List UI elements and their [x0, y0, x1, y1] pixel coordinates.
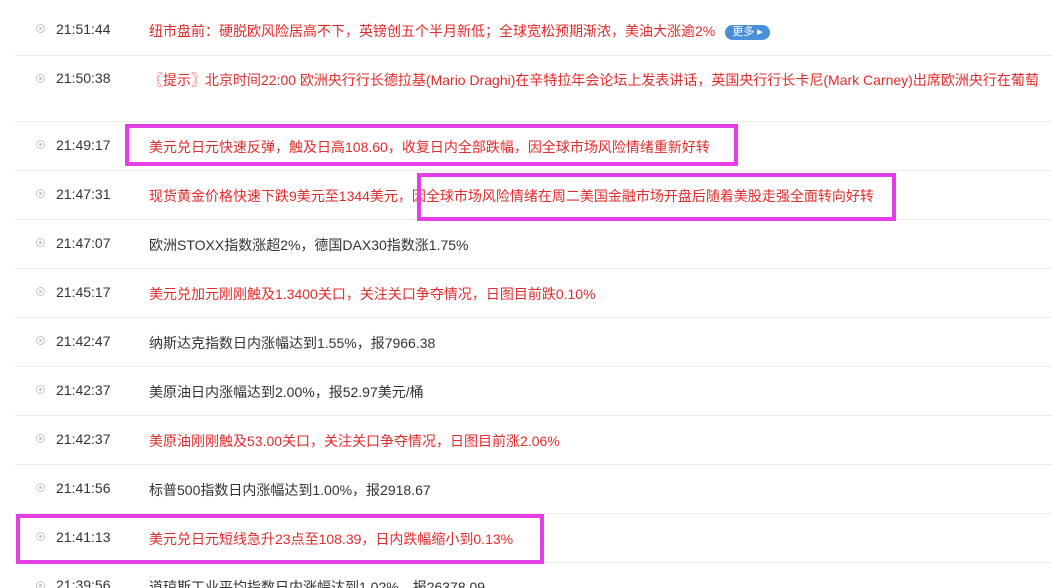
- timeline-bullet-icon: [36, 581, 45, 588]
- timeline-bullet-icon: [36, 385, 45, 394]
- timeline-bullet-icon: [36, 74, 45, 83]
- timeline-bullet-icon: [36, 140, 45, 149]
- news-text[interactable]: 美原油刚刚触及53.00关口，关注关口争夺情况，日图目前涨2.06%: [149, 431, 560, 451]
- timeline-bullet-icon: [36, 24, 45, 33]
- timeline-bullet-icon: [36, 189, 45, 198]
- news-item[interactable]: 21:42:37 美原油日内涨幅达到2.00%，报52.97美元/桶: [14, 366, 1052, 416]
- news-text[interactable]: 现货黄金价格快速下跌9美元至1344美元，因全球市场风险情绪在周二美国金融市场开…: [149, 186, 874, 206]
- news-text[interactable]: 纽市盘前：硬脱欧风险居高不下，英镑创五个半月新低；全球宽松预期渐浓，美油大涨逾2…: [149, 21, 770, 41]
- news-item[interactable]: 21:45:17 美元兑加元刚刚触及1.3400关口，关注关口争夺情况，日图目前…: [14, 268, 1052, 318]
- news-item[interactable]: 21:41:13 美元兑日元短线急升23点至108.39，日内跌幅缩小到0.13…: [14, 513, 1052, 563]
- news-time: 21:45:17: [56, 284, 111, 300]
- news-item[interactable]: 21:51:44 纽市盘前：硬脱欧风险居高不下，英镑创五个半月新低；全球宽松预期…: [14, 0, 1052, 56]
- news-time: 21:49:17: [56, 137, 111, 153]
- news-text[interactable]: 标普500指数日内涨幅达到1.00%，报2918.67: [149, 480, 431, 500]
- timeline-bullet-icon: [36, 434, 45, 443]
- news-item[interactable]: 21:42:47 纳斯达克指数日内涨幅达到1.55%，报7966.38: [14, 317, 1052, 367]
- news-item[interactable]: 21:42:37 美原油刚刚触及53.00关口，关注关口争夺情况，日图目前涨2.…: [14, 415, 1052, 465]
- news-item[interactable]: 21:50:38 〖提示〗北京时间22:00 欧洲央行行长德拉基(Mario D…: [14, 55, 1052, 122]
- news-time: 21:41:56: [56, 480, 111, 496]
- news-item[interactable]: 21:47:31 现货黄金价格快速下跌9美元至1344美元，因全球市场风险情绪在…: [14, 170, 1052, 220]
- news-text[interactable]: 美原油日内涨幅达到2.00%，报52.97美元/桶: [149, 382, 424, 402]
- news-item[interactable]: 21:39:56 道琼斯工业平均指数日内涨幅达到1.02%，报26378.09: [14, 562, 1052, 588]
- timeline-bullet-icon: [36, 287, 45, 296]
- timeline-bullet-icon: [36, 483, 45, 492]
- timeline-bullet-icon: [36, 532, 45, 541]
- news-time: 21:41:13: [56, 529, 111, 545]
- news-text[interactable]: 美元兑日元快速反弹，触及日高108.60，收复日内全部跌幅，因全球市场风险情绪重…: [149, 137, 710, 157]
- timeline-bullet-icon: [36, 238, 45, 247]
- news-time: 21:47:31: [56, 186, 111, 202]
- news-text[interactable]: 美元兑日元短线急升23点至108.39，日内跌幅缩小到0.13%: [149, 529, 513, 549]
- news-time: 21:42:47: [56, 333, 111, 349]
- more-button[interactable]: 更多 ▸: [725, 25, 770, 40]
- news-text[interactable]: 〖提示〗北京时间22:00 欧洲央行行长德拉基(Mario Draghi)在辛特…: [149, 70, 1039, 90]
- news-time: 21:51:44: [56, 21, 111, 37]
- news-item[interactable]: 21:47:07 欧洲STOXX指数涨超2%，德国DAX30指数涨1.75%: [14, 219, 1052, 269]
- timeline-bullet-icon: [36, 336, 45, 345]
- news-text[interactable]: 欧洲STOXX指数涨超2%，德国DAX30指数涨1.75%: [149, 235, 469, 255]
- more-label: 更多: [732, 26, 755, 38]
- news-item[interactable]: 21:41:56 标普500指数日内涨幅达到1.00%，报2918.67: [14, 464, 1052, 514]
- news-time: 21:42:37: [56, 431, 111, 447]
- news-time: 21:47:07: [56, 235, 111, 251]
- news-item[interactable]: 21:49:17 美元兑日元快速反弹，触及日高108.60，收复日内全部跌幅，因…: [14, 121, 1052, 171]
- news-feed: 21:51:44 纽市盘前：硬脱欧风险居高不下，英镑创五个半月新低；全球宽松预期…: [0, 0, 1052, 588]
- news-text[interactable]: 美元兑加元刚刚触及1.3400关口，关注关口争夺情况，日图目前跌0.10%: [149, 284, 596, 304]
- news-headline: 纽市盘前：硬脱欧风险居高不下，英镑创五个半月新低；全球宽松预期渐浓，美油大涨逾2…: [149, 23, 716, 39]
- news-text[interactable]: 纳斯达克指数日内涨幅达到1.55%，报7966.38: [149, 333, 435, 353]
- news-time: 21:39:56: [56, 577, 111, 588]
- news-text[interactable]: 道琼斯工业平均指数日内涨幅达到1.02%，报26378.09: [149, 577, 485, 588]
- news-time: 21:42:37: [56, 382, 111, 398]
- news-time: 21:50:38: [56, 70, 111, 86]
